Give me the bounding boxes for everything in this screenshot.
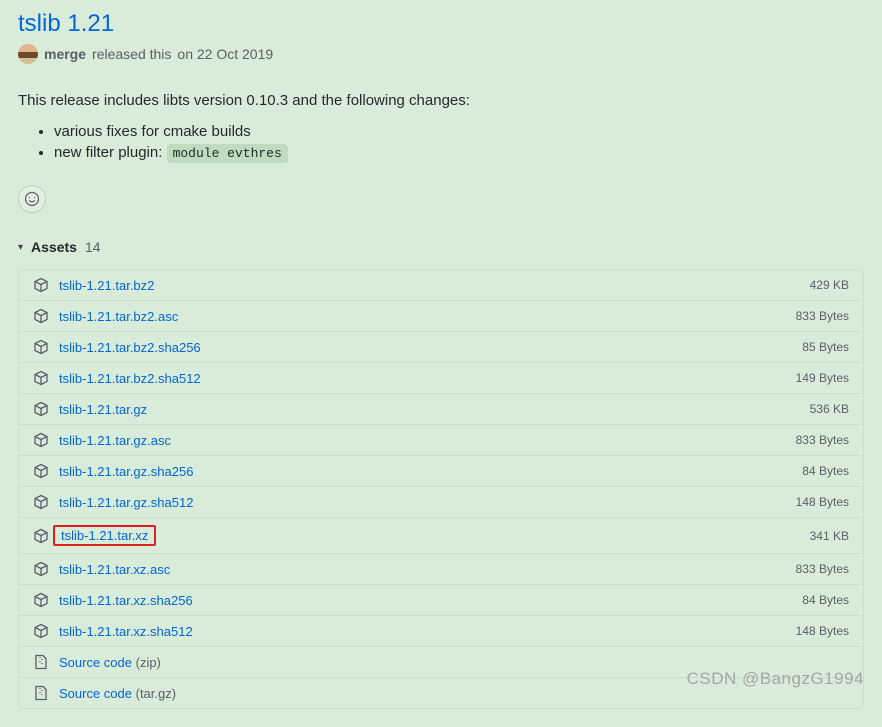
asset-list: tslib-1.21.tar.bz2429 KBtslib-1.21.tar.b… bbox=[18, 269, 864, 709]
package-icon bbox=[33, 463, 51, 479]
asset-link[interactable]: tslib-1.21.tar.gz.asc bbox=[59, 433, 171, 448]
asset-size: 833 Bytes bbox=[796, 562, 849, 576]
asset-name[interactable]: tslib-1.21.tar.gz.sha256 bbox=[59, 464, 802, 479]
asset-link[interactable]: tslib-1.21.tar.bz2.asc bbox=[59, 309, 178, 324]
assets-count: 14 bbox=[85, 239, 101, 255]
inline-code: module evthres bbox=[167, 144, 288, 163]
asset-name[interactable]: tslib-1.21.tar.xz.sha512 bbox=[59, 624, 796, 639]
package-icon bbox=[33, 277, 51, 293]
assets-label: Assets bbox=[31, 239, 77, 255]
asset-name[interactable]: tslib-1.21.tar.xz bbox=[59, 525, 810, 546]
zip-icon bbox=[33, 654, 51, 670]
asset-row: tslib-1.21.tar.gz.asc 833 Bytes bbox=[19, 424, 863, 455]
asset-link[interactable]: Source code bbox=[59, 686, 132, 701]
package-icon bbox=[33, 432, 51, 448]
asset-row: tslib-1.21.tar.bz2.sha256 85 Bytes bbox=[19, 331, 863, 362]
caret-down-icon: ▾ bbox=[18, 242, 23, 253]
asset-size: 833 Bytes bbox=[796, 309, 849, 323]
asset-suffix: (tar.gz) bbox=[132, 686, 176, 701]
asset-size: 84 Bytes bbox=[802, 593, 849, 607]
asset-row: tslib-1.21.tar.gz 536 KB bbox=[19, 393, 863, 424]
changelog-item: various fixes for cmake builds bbox=[54, 123, 864, 140]
package-icon bbox=[33, 561, 51, 577]
asset-row: tslib-1.21.tar.bz2.sha512 149 Bytes bbox=[19, 362, 863, 393]
changelog-list: various fixes for cmake builds new filter… bbox=[18, 123, 864, 161]
asset-link[interactable]: tslib-1.21.tar.xz.sha256 bbox=[59, 593, 193, 608]
asset-link[interactable]: tslib-1.21.tar.bz2.sha512 bbox=[59, 371, 201, 386]
asset-row: tslib-1.21.tar.bz2.asc 833 Bytes bbox=[19, 300, 863, 331]
package-icon bbox=[33, 623, 51, 639]
asset-row: tslib-1.21.tar.gz.sha256 84 Bytes bbox=[19, 455, 863, 486]
asset-name[interactable]: tslib-1.21.tar.gz.asc bbox=[59, 433, 796, 448]
asset-name[interactable]: tslib-1.21.tar.bz2.asc bbox=[59, 309, 796, 324]
release-intro: This release includes libts version 0.10… bbox=[18, 92, 864, 109]
asset-row: tslib-1.21.tar.bz2 429 KB bbox=[19, 270, 863, 300]
asset-link[interactable]: tslib-1.21.tar.bz2 bbox=[59, 278, 154, 293]
package-icon bbox=[33, 370, 51, 386]
asset-row: tslib-1.21.tar.xz.sha512 148 Bytes bbox=[19, 615, 863, 646]
package-icon bbox=[33, 401, 51, 417]
asset-size: 148 Bytes bbox=[796, 624, 849, 638]
asset-name[interactable]: tslib-1.21.tar.bz2 bbox=[59, 278, 810, 293]
package-icon bbox=[33, 528, 51, 544]
asset-row: Source code (zip) bbox=[19, 646, 863, 677]
smiley-icon bbox=[24, 191, 40, 207]
assets-toggle[interactable]: ▾ Assets 14 bbox=[18, 239, 864, 255]
asset-link[interactable]: Source code bbox=[59, 655, 132, 670]
asset-size: 341 KB bbox=[810, 529, 849, 543]
asset-link[interactable]: tslib-1.21.tar.gz.sha512 bbox=[59, 495, 193, 510]
package-icon bbox=[33, 339, 51, 355]
release-meta: merge released this on 22 Oct 2019 bbox=[18, 44, 864, 64]
asset-link[interactable]: tslib-1.21.tar.gz.sha256 bbox=[59, 464, 193, 479]
author-avatar[interactable] bbox=[18, 44, 38, 64]
asset-name[interactable]: tslib-1.21.tar.bz2.sha256 bbox=[59, 340, 802, 355]
asset-name[interactable]: tslib-1.21.tar.gz bbox=[59, 402, 810, 417]
release-date: on 22 Oct 2019 bbox=[177, 46, 273, 62]
asset-suffix: (zip) bbox=[132, 655, 161, 670]
asset-row: tslib-1.21.tar.xz.sha256 84 Bytes bbox=[19, 584, 863, 615]
release-body: This release includes libts version 0.10… bbox=[18, 92, 864, 161]
asset-link[interactable]: tslib-1.21.tar.xz.sha512 bbox=[59, 624, 193, 639]
asset-size: 429 KB bbox=[810, 278, 849, 292]
asset-size: 536 KB bbox=[810, 402, 849, 416]
package-icon bbox=[33, 494, 51, 510]
package-icon bbox=[33, 308, 51, 324]
asset-link[interactable]: tslib-1.21.tar.xz.asc bbox=[59, 562, 170, 577]
author-name[interactable]: merge bbox=[44, 46, 86, 62]
zip-icon bbox=[33, 685, 51, 701]
asset-name[interactable]: Source code (zip) bbox=[59, 655, 849, 670]
asset-name[interactable]: Source code (tar.gz) bbox=[59, 686, 849, 701]
release-title[interactable]: tslib 1.21 bbox=[18, 10, 864, 38]
asset-size: 84 Bytes bbox=[802, 464, 849, 478]
asset-link[interactable]: tslib-1.21.tar.xz bbox=[61, 528, 148, 543]
asset-name[interactable]: tslib-1.21.tar.gz.sha512 bbox=[59, 495, 796, 510]
asset-size: 833 Bytes bbox=[796, 433, 849, 447]
asset-row: tslib-1.21.tar.xz.asc 833 Bytes bbox=[19, 553, 863, 584]
asset-link[interactable]: tslib-1.21.tar.bz2.sha256 bbox=[59, 340, 201, 355]
asset-size: 85 Bytes bbox=[802, 340, 849, 354]
asset-row: tslib-1.21.tar.xz 341 KB bbox=[19, 517, 863, 553]
asset-name[interactable]: tslib-1.21.tar.xz.sha256 bbox=[59, 593, 802, 608]
add-reaction-button[interactable] bbox=[18, 185, 46, 213]
asset-row: Source code (tar.gz) bbox=[19, 677, 863, 708]
asset-size: 149 Bytes bbox=[796, 371, 849, 385]
asset-name[interactable]: tslib-1.21.tar.bz2.sha512 bbox=[59, 371, 796, 386]
asset-size: 148 Bytes bbox=[796, 495, 849, 509]
package-icon bbox=[33, 592, 51, 608]
changelog-text: various fixes for cmake builds bbox=[54, 123, 251, 140]
released-text: released this bbox=[92, 46, 171, 62]
highlighted-asset[interactable]: tslib-1.21.tar.xz bbox=[53, 525, 156, 546]
changelog-item: new filter plugin: module evthres bbox=[54, 144, 864, 161]
asset-name[interactable]: tslib-1.21.tar.xz.asc bbox=[59, 562, 796, 577]
asset-link[interactable]: tslib-1.21.tar.gz bbox=[59, 402, 147, 417]
asset-row: tslib-1.21.tar.gz.sha512 148 Bytes bbox=[19, 486, 863, 517]
changelog-text: new filter plugin: bbox=[54, 144, 167, 161]
